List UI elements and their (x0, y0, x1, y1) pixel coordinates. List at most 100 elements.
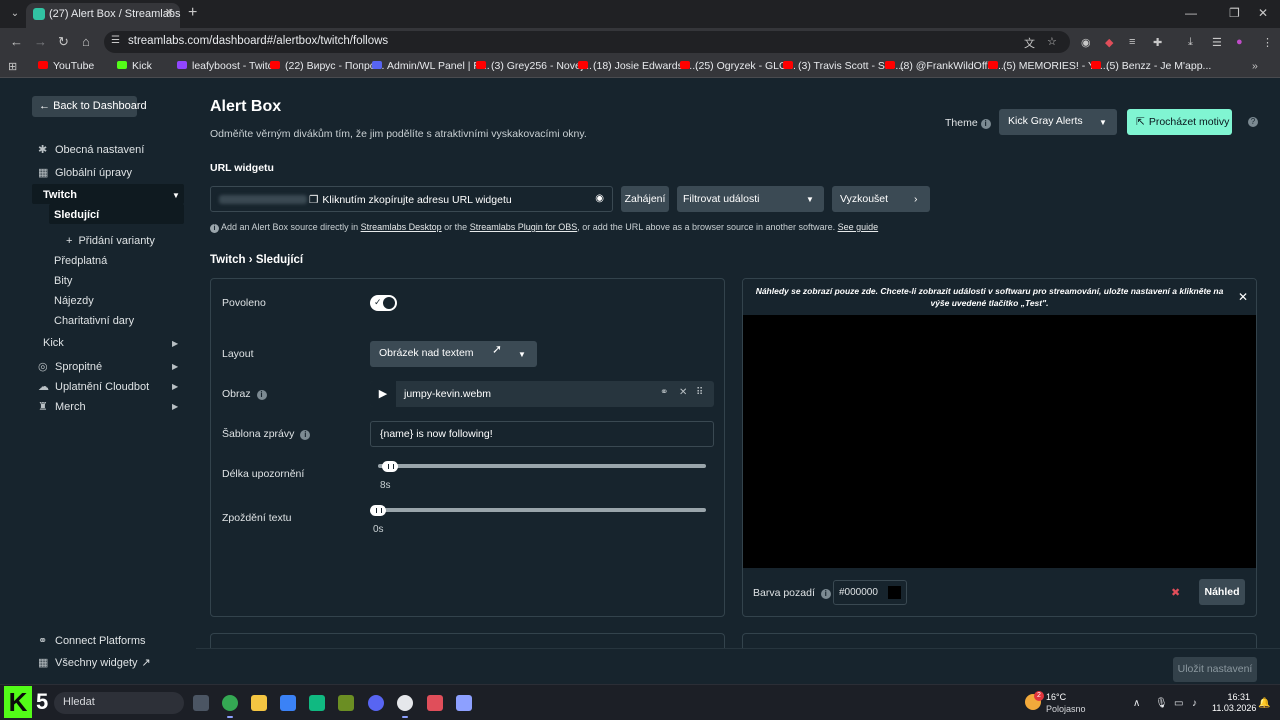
close-icon[interactable]: ✕ (679, 387, 687, 398)
chevron-up-icon[interactable]: ∧ (1133, 698, 1140, 709)
obs-plugin-link[interactable]: Streamlabs Plugin for OBS (470, 222, 578, 232)
taskbar-search[interactable]: Hledat (54, 692, 184, 714)
sidebar-item-subscriptions[interactable]: Předplatná (54, 255, 107, 267)
info-icon[interactable]: i (820, 589, 831, 599)
home-icon[interactable]: ⌂ (82, 34, 90, 49)
minecraft-icon[interactable] (338, 695, 354, 711)
system-clock[interactable]: 16:31 11.03.2026 (1212, 692, 1256, 714)
extension-icon[interactable]: ≡ (1129, 36, 1135, 48)
message-template-input[interactable]: {name} is now following! (370, 421, 714, 447)
app-icon[interactable] (309, 695, 325, 711)
filter-events-select[interactable]: Filtrovat události ▼ (677, 186, 824, 212)
chrome-icon[interactable] (222, 695, 238, 711)
minimize-icon[interactable]: — (1185, 6, 1197, 20)
sidebar-item-tips[interactable]: ◎ Spropitné (38, 360, 102, 373)
reload-icon[interactable]: ↻ (58, 34, 69, 50)
launch-button[interactable]: Zahájení (621, 186, 669, 212)
more-bookmarks-icon[interactable]: » (1252, 60, 1258, 72)
enabled-toggle[interactable]: ✓ (370, 295, 397, 311)
help-icon[interactable]: ? (1248, 117, 1258, 127)
maximize-icon[interactable]: ❐ (1229, 6, 1240, 20)
back-icon[interactable]: ← (10, 34, 23, 49)
browser-tab[interactable]: (27) Alert Box / Streamlabs ✕ (26, 3, 180, 28)
grid-icon[interactable]: ⠿ (696, 387, 703, 398)
test-button[interactable]: Vyzkoušet › (832, 186, 930, 212)
discord-icon[interactable] (368, 695, 384, 711)
bookmark[interactable]: (5) Benzz - Je M'app... (1091, 60, 1211, 72)
network-icon[interactable]: ▭ (1174, 698, 1183, 709)
text-delay-slider-handle[interactable] (370, 505, 386, 516)
close-window-icon[interactable]: ✕ (1258, 6, 1268, 20)
layout-select[interactable]: Obrázek nad textem ▼ (370, 341, 537, 367)
new-tab-icon[interactable]: + (188, 4, 197, 22)
bookmark[interactable]: YouTube (38, 60, 94, 72)
forward-icon[interactable]: → (34, 34, 47, 49)
task-view-icon[interactable] (193, 695, 209, 711)
close-tab-icon[interactable]: ✕ (165, 6, 174, 19)
sidebar-item-kick[interactable]: Kick (43, 337, 64, 349)
save-settings-button[interactable]: Uložit nastavení (1173, 657, 1257, 682)
sidebar-item-twitch[interactable]: Twitch (43, 189, 77, 201)
bookmark[interactable]: (8) @FrankWildOffic... (885, 60, 1004, 72)
back-to-dashboard-button[interactable]: ← Back to Dashboard (32, 96, 147, 117)
video-editor-icon[interactable] (427, 695, 443, 711)
sidebar-item-bits[interactable]: Bity (54, 275, 72, 287)
streamlabs-desktop-link[interactable]: Streamlabs Desktop (361, 222, 442, 232)
sidebar-item-raids[interactable]: Nájezdy (54, 295, 94, 307)
text-delay-slider[interactable] (372, 508, 706, 512)
sidebar-item-global-edits[interactable]: ▦ Globální úpravy (38, 166, 132, 179)
info-icon[interactable]: i (980, 119, 991, 129)
file-explorer-icon[interactable] (251, 695, 267, 711)
close-icon[interactable]: ✕ (1238, 290, 1248, 304)
notifications-icon[interactable]: 🔔 (1258, 698, 1270, 709)
profile-avatar-icon[interactable]: ● (1236, 36, 1243, 48)
extension-icon[interactable]: ◉ (1081, 36, 1091, 49)
apps-grid-icon[interactable]: ⊞ (8, 60, 17, 73)
bookmark[interactable]: Kick (117, 60, 152, 72)
copy-url-text[interactable]: ❐ Kliknutím zkopírujte adresu URL widgetu (309, 194, 512, 206)
bookmark[interactable]: Admin/WL Panel | R... (372, 60, 490, 72)
image-file-picker[interactable]: ▶ jumpy-kevin.webm ⚭ ✕ ⠿ (370, 381, 714, 407)
connect-platforms-link[interactable]: ⚭ Connect Platforms (38, 634, 145, 647)
link-icon[interactable]: ⚭ (660, 387, 668, 398)
notepad-icon[interactable] (280, 695, 296, 711)
bookmark-star-icon[interactable]: ☆ (1047, 35, 1057, 48)
extension-icon[interactable]: ◆ (1105, 36, 1113, 49)
tab-search-icon[interactable]: ⌄ (6, 5, 24, 23)
reading-list-icon[interactable]: ☰ (1212, 36, 1222, 49)
duration-slider[interactable] (378, 464, 706, 468)
info-icon[interactable]: i (256, 390, 267, 400)
bookmark[interactable]: leafyboost - Twitch (177, 60, 279, 72)
sidebar-item-charity[interactable]: Charitativní dary (54, 315, 134, 327)
preview-button[interactable]: Náhled (1199, 579, 1245, 605)
mute-icon[interactable]: ✖ (1171, 586, 1180, 599)
bookmark[interactable]: (22) Вирус - Попро... (270, 60, 384, 72)
info-icon[interactable]: i (300, 430, 311, 440)
translate-icon[interactable]: 文 (1024, 35, 1035, 51)
duration-slider-handle[interactable] (382, 461, 399, 472)
sidebar-item-follows[interactable]: Sledující (54, 209, 99, 221)
bookmark[interactable]: (25) Ogryzek - GLO... (680, 60, 796, 72)
sidebar-item-cloudbot[interactable]: ☁ Uplatnění Cloudbot (38, 380, 149, 393)
microphone-icon[interactable]: 🎙 (1155, 698, 1168, 709)
widget-url-field[interactable]: ❐ Kliknutím zkopírujte adresu URL widgetu… (210, 186, 613, 212)
bookmark[interactable]: (3) Grey256 - Novej... (476, 60, 592, 72)
add-variation-button[interactable]: + Přidání varianty (66, 235, 155, 247)
sidebar-item-merch[interactable]: ♜ Merch (38, 400, 86, 413)
theme-select[interactable]: Kick Gray Alerts ▼ (999, 109, 1117, 135)
address-bar[interactable]: ☰ streamlabs.com/dashboard#/alertbox/twi… (104, 31, 1070, 53)
color-swatch[interactable] (888, 586, 901, 599)
extensions-puzzle-icon[interactable]: ✚ (1153, 36, 1162, 49)
obs-icon[interactable] (397, 695, 413, 711)
app-icon[interactable] (456, 695, 472, 711)
browse-themes-button[interactable]: ⇱ Procházet motivy (1127, 109, 1232, 135)
menu-kebab-icon[interactable]: ⋮ (1262, 36, 1273, 49)
site-info-icon[interactable]: ☰ (111, 35, 120, 46)
see-guide-link[interactable]: See guide (838, 222, 879, 232)
background-color-input[interactable]: #000000 (833, 580, 907, 605)
all-widgets-link[interactable]: ▦ Všechny widgety ↗ (38, 656, 151, 669)
eye-icon[interactable]: ◉ (595, 193, 604, 204)
volume-icon[interactable]: ♪ (1192, 698, 1197, 709)
sidebar-item-general-settings[interactable]: ✱ Obecná nastavení (38, 143, 144, 156)
download-icon[interactable]: ⤓ (1188, 36, 1193, 49)
